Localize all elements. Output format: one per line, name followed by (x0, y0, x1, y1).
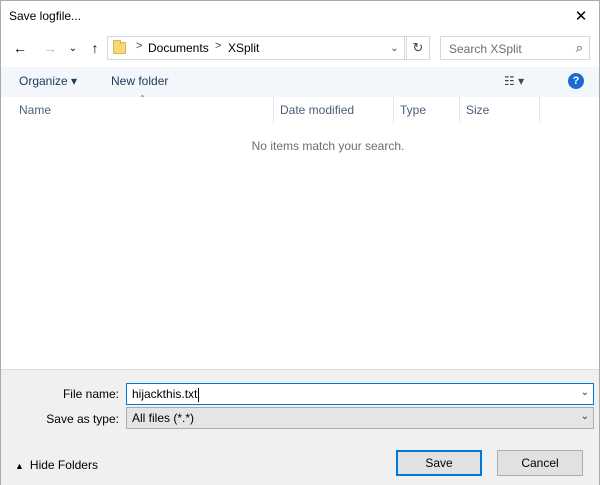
save-type-select[interactable]: All files (*.*) ⌄ (126, 407, 594, 429)
search-placeholder: Search XSplit (449, 42, 522, 56)
breadcrumb-chevron-icon[interactable]: > (136, 40, 142, 52)
forward-arrow-icon[interactable]: → (41, 40, 59, 56)
new-folder-button[interactable]: New folder (111, 74, 168, 88)
cancel-button[interactable]: Cancel (497, 450, 583, 476)
help-icon[interactable]: ? (568, 73, 584, 89)
column-type[interactable]: Type (394, 97, 460, 123)
back-arrow-icon[interactable]: ← (11, 40, 29, 56)
chevron-down-icon[interactable]: ⌄ (581, 387, 589, 398)
navigation-bar: ← → ⌄ ↑ > Documents > XSplit ⌄ ↻ Search … (1, 31, 599, 65)
address-bar[interactable]: > Documents > XSplit (107, 36, 407, 60)
dialog-title: Save logfile... (9, 9, 82, 23)
save-dialog: Save logfile... ✕ ← → ⌄ ↑ > Documents > … (0, 0, 600, 485)
save-options-panel: File name: hijackthis.txt ⌄ Save as type… (1, 369, 599, 485)
up-arrow-icon[interactable]: ↑ (86, 40, 104, 56)
search-input[interactable]: Search XSplit ⌕ (440, 36, 590, 60)
close-icon[interactable]: ✕ (563, 1, 599, 31)
column-size[interactable]: Size (460, 97, 540, 123)
breadcrumb-documents[interactable]: Documents (148, 41, 209, 55)
file-list[interactable]: ⌃ Name Date modified Type Size No items … (1, 94, 599, 369)
hide-folders-label: Hide Folders (29, 458, 98, 472)
hide-folders-button[interactable]: ▲ Hide Folders (15, 458, 98, 472)
file-name-field[interactable]: hijackthis.txt ⌄ (126, 383, 594, 405)
search-icon[interactable]: ⌕ (576, 40, 583, 56)
column-date-modified[interactable]: Date modified (274, 97, 394, 123)
breadcrumb-xsplit[interactable]: XSplit (228, 41, 259, 55)
address-dropdown-icon[interactable]: ⌄ (385, 36, 405, 60)
chevron-down-icon[interactable]: ⌄ (581, 411, 589, 422)
recent-locations-icon[interactable]: ⌄ (64, 40, 82, 56)
command-toolbar: Organize ▾ New folder ☷ ▾ ? (1, 67, 599, 97)
file-name-label: File name: (62, 387, 119, 401)
change-view-icon[interactable]: ☷ ▾ (504, 74, 524, 88)
file-name-value: hijackthis.txt (132, 387, 200, 402)
save-type-value: All files (*.*) (132, 411, 195, 425)
save-type-label: Save as type: (46, 412, 119, 426)
breadcrumb-chevron-icon[interactable]: > (215, 40, 221, 52)
refresh-icon[interactable]: ↻ (406, 36, 430, 60)
title-bar: Save logfile... ✕ (1, 1, 599, 31)
organize-menu-button[interactable]: Organize ▾ (19, 74, 77, 88)
chevron-up-icon: ▲ (15, 461, 24, 471)
save-button[interactable]: Save (396, 450, 482, 476)
folder-icon (113, 40, 126, 54)
column-name[interactable]: Name (13, 97, 274, 123)
empty-message: No items match your search. (251, 139, 405, 153)
